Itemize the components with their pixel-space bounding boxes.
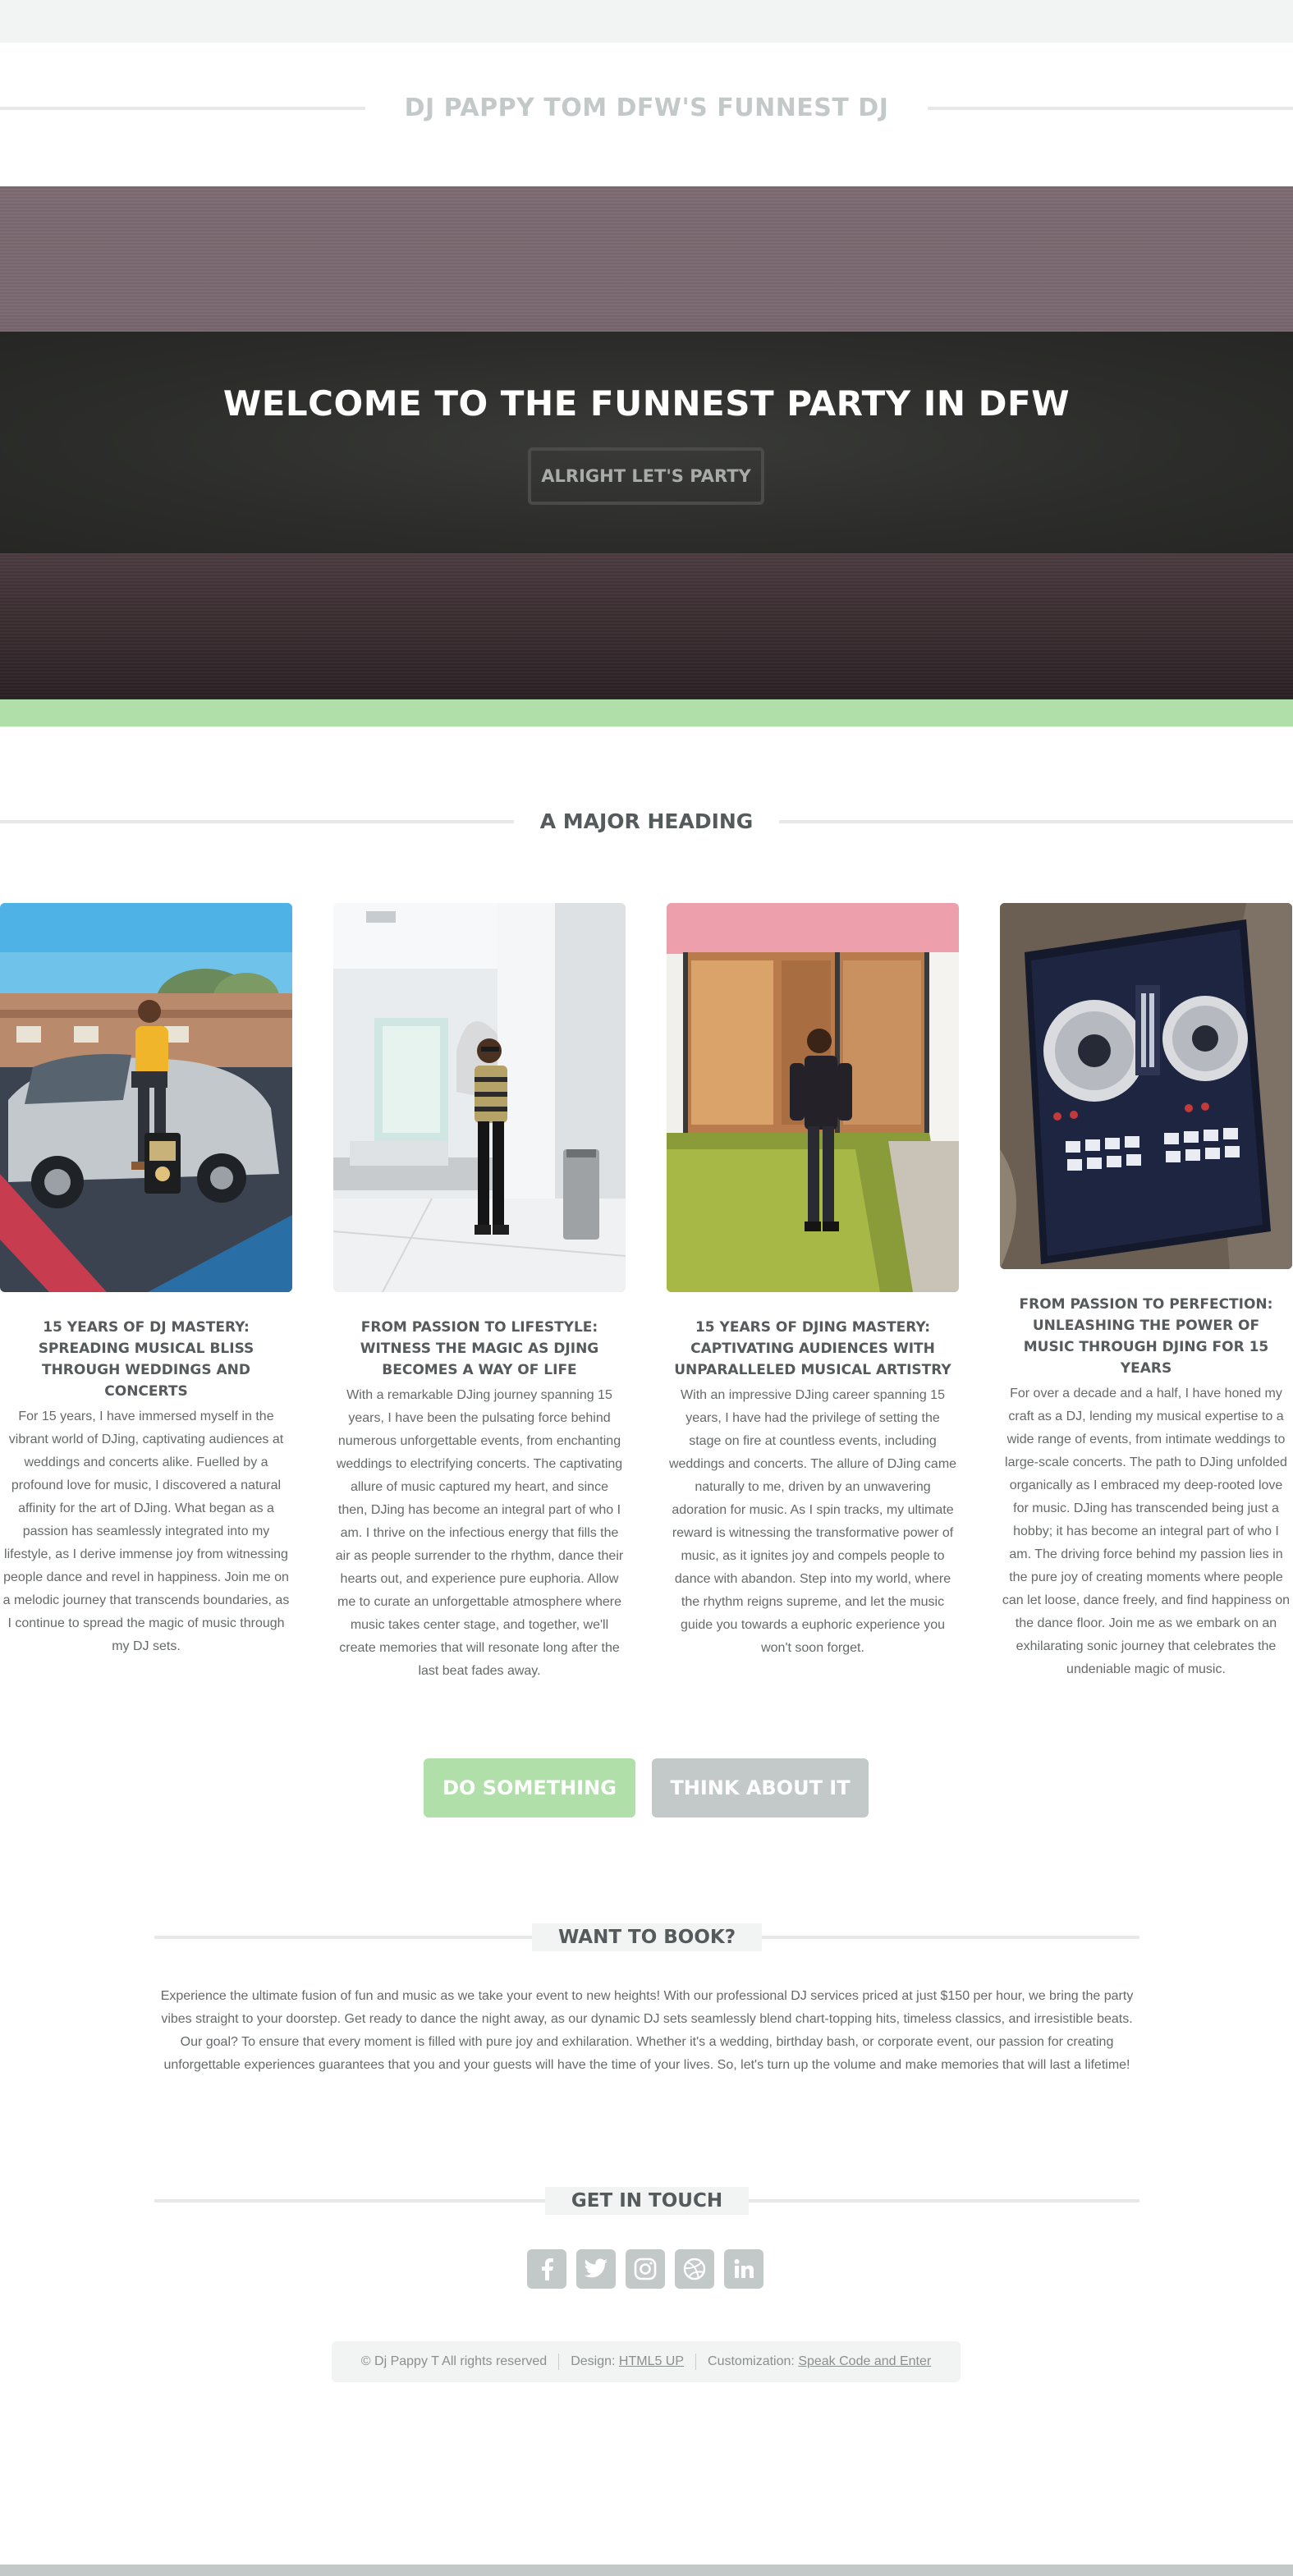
site-header: DJ PAPPY TOM DFW'S FUNNEST DJ: [0, 43, 1293, 186]
contact-heading-row: GET IN TOUCH: [154, 2187, 1139, 2215]
bottom-strip: [0, 2565, 1293, 2576]
footer-divider: [695, 2354, 697, 2370]
party-button[interactable]: ALRIGHT LET'S PARTY: [528, 447, 764, 505]
divider-line: [154, 1936, 532, 1939]
copyright-text: © Dj Pappy T All rights reserved: [360, 2354, 548, 2368]
site-title[interactable]: DJ PAPPY TOM DFW'S FUNNEST DJ: [365, 94, 928, 122]
do-something-button[interactable]: DO SOMETHING: [424, 1758, 635, 1817]
divider-line: [0, 106, 365, 110]
card-text: For over a decade and a half, I have hon…: [1002, 1387, 1291, 1676]
feature-card: 15 YEARS OF DJING MASTERY: CAPTIVATING A…: [667, 903, 959, 1660]
social-links: [527, 2249, 763, 2289]
linkedin-icon[interactable]: [724, 2249, 763, 2289]
think-about-it-button[interactable]: THINK ABOUT IT: [652, 1758, 869, 1817]
facebook-icon[interactable]: [527, 2249, 566, 2289]
card-text: With an impressive DJing career spanning…: [668, 1388, 957, 1655]
design-link[interactable]: HTML5 UP: [619, 2354, 684, 2369]
feature-card: 15 YEARS OF DJ MASTERY: SPREADING MUSICA…: [0, 903, 292, 1658]
book-heading: WANT TO BOOK?: [531, 1923, 763, 1951]
photo-dj-with-car: [0, 903, 292, 1292]
card-text: With a remarkable DJing journey spanning…: [335, 1388, 624, 1678]
divider-line: [154, 2199, 545, 2202]
book-text: Experience the ultimate fusion of fun an…: [160, 1989, 1134, 2072]
banner-band: [0, 332, 1293, 553]
feature-card: FROM PASSION TO LIFESTYLE: WITNESS THE M…: [333, 903, 626, 1683]
customization-label: Customization:: [708, 2354, 795, 2368]
divider-line: [928, 106, 1293, 110]
site-title-row: DJ PAPPY TOM DFW'S FUNNEST DJ: [0, 94, 1293, 122]
card-photo-venue[interactable]: [333, 903, 626, 1292]
design-label: Design:: [571, 2354, 616, 2368]
footer-divider: [558, 2354, 560, 2370]
accent-strip: [0, 699, 1293, 727]
dribbble-icon[interactable]: [675, 2249, 714, 2289]
photo-dj-in-venue: [333, 903, 626, 1292]
hero-banner: WELCOME TO THE FUNNEST PARTY IN DFW ALRI…: [0, 186, 1293, 699]
major-heading-row: A MAJOR HEADING: [0, 809, 1293, 833]
feature-card: FROM PASSION TO PERFECTION: UNLEASHING T…: [1000, 903, 1292, 1681]
footer: © Dj Pappy T All rights reserved Design:…: [332, 2341, 961, 2382]
section-heading: A MAJOR HEADING: [539, 809, 754, 833]
card-title: FROM PASSION TO LIFESTYLE: WITNESS THE M…: [360, 1319, 599, 1378]
book-heading-row: WANT TO BOOK?: [154, 1923, 1140, 1951]
banner-title: WELCOME TO THE FUNNEST PARTY IN DFW: [222, 383, 1071, 424]
divider-line: [779, 819, 1293, 823]
photo-dj-controller: [1000, 903, 1292, 1269]
top-strip: [0, 0, 1293, 43]
card-title: 15 YEARS OF DJING MASTERY: CAPTIVATING A…: [674, 1319, 951, 1378]
photo-dj-by-door: [667, 903, 959, 1292]
card-title: 15 YEARS OF DJ MASTERY: SPREADING MUSICA…: [38, 1319, 254, 1400]
card-photo-door[interactable]: [667, 903, 959, 1292]
card-text: For 15 years, I have immersed myself in …: [2, 1409, 290, 1653]
divider-line: [762, 1936, 1140, 1939]
twitter-icon[interactable]: [576, 2249, 616, 2289]
card-photo-car[interactable]: [0, 903, 292, 1292]
divider-line: [0, 819, 514, 823]
instagram-icon[interactable]: [626, 2249, 665, 2289]
divider-line: [749, 2199, 1139, 2202]
contact-heading: GET IN TOUCH: [544, 2187, 750, 2215]
card-photo-controller[interactable]: [1000, 903, 1292, 1269]
card-title: FROM PASSION TO PERFECTION: UNLEASHING T…: [1019, 1296, 1273, 1377]
customization-link[interactable]: Speak Code and Enter: [798, 2354, 931, 2369]
